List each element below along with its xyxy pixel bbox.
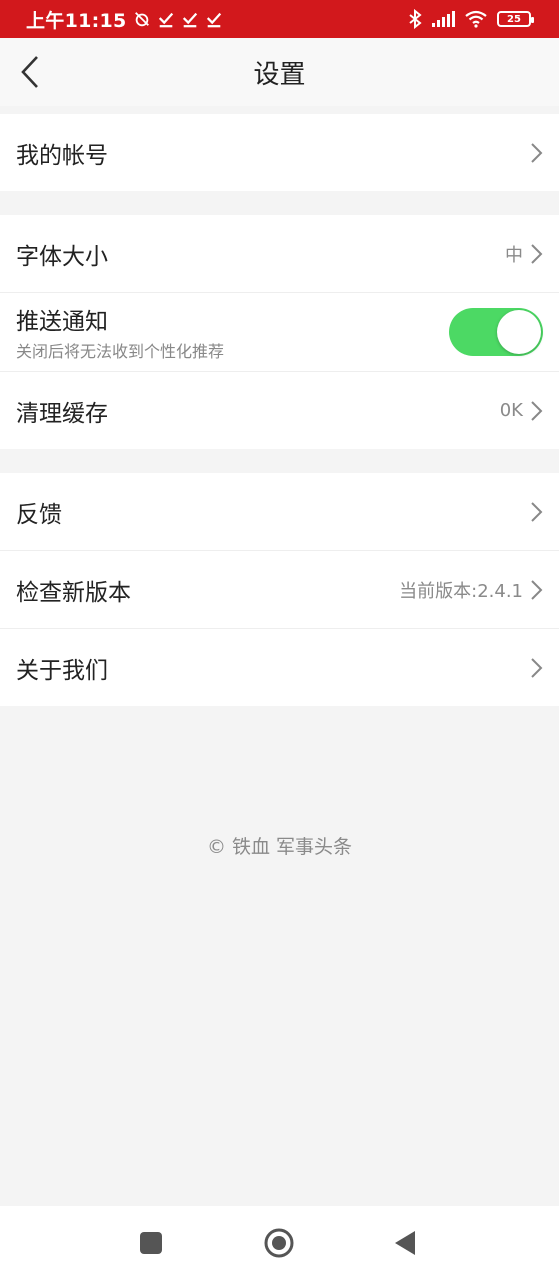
feedback-label: 反馈 [16, 501, 62, 528]
copyright-text: © 铁血 军事头条 [206, 836, 353, 858]
about-us-row[interactable]: 关于我们 [0, 629, 559, 706]
chevron-right-icon [531, 501, 543, 522]
chevron-right-icon [531, 243, 543, 264]
about-us-label: 关于我们 [16, 657, 108, 684]
square-icon [140, 1232, 162, 1254]
back-nav-button[interactable] [388, 1226, 422, 1260]
home-button[interactable] [262, 1226, 296, 1260]
alarm-off-icon [134, 12, 149, 27]
title-bar: 设置 [0, 38, 559, 106]
navigation-bar [0, 1206, 559, 1280]
status-bar: 上午11:15 25 [0, 0, 559, 38]
cache-size-value: 0K [499, 400, 523, 421]
back-button[interactable] [10, 52, 50, 92]
clear-cache-row[interactable]: 清理缓存 0K [0, 372, 559, 449]
status-time: 上午11:15 [26, 9, 127, 32]
toggle-knob [497, 310, 541, 354]
check-version-row[interactable]: 检查新版本 当前版本:2.4.1 [0, 551, 559, 628]
recent-apps-button[interactable] [134, 1226, 168, 1260]
font-size-label: 字体大小 [16, 243, 108, 270]
chevron-right-icon [531, 142, 543, 163]
push-text: 推送通知 关闭后将无法收到个性化推荐 [16, 302, 224, 362]
battery-level: 25 [507, 13, 521, 25]
font-size-row[interactable]: 字体大小 中 [0, 215, 559, 292]
feedback-row[interactable]: 反馈 [0, 473, 559, 550]
account-row[interactable]: 我的帐号 [0, 114, 559, 191]
chevron-right-icon [531, 579, 543, 600]
check-version-right: 当前版本:2.4.1 [399, 577, 543, 603]
bluetooth-icon [409, 9, 422, 29]
feedback-right [529, 501, 543, 523]
account-right [529, 142, 543, 164]
font-size-value: 中 [505, 244, 523, 266]
download-done-icon [206, 12, 221, 28]
push-toggle[interactable] [449, 308, 543, 356]
page-title: 设置 [253, 59, 306, 90]
download-done-icon [158, 12, 173, 28]
signal-icon [432, 11, 455, 27]
font-size-right: 中 [505, 241, 543, 267]
push-label: 推送通知 [16, 309, 108, 335]
push-notification-row: 推送通知 关闭后将无法收到个性化推荐 [0, 293, 559, 371]
back-arrow-icon [21, 56, 38, 88]
status-left: 上午11:15 [26, 6, 223, 33]
check-version-label: 检查新版本 [16, 579, 131, 606]
battery-icon: 25 [497, 11, 534, 27]
about-us-right [529, 657, 543, 679]
account-label: 我的帐号 [16, 142, 108, 169]
clear-cache-right: 0K [500, 400, 543, 422]
clear-cache-label: 清理缓存 [16, 400, 108, 427]
chevron-right-icon [531, 400, 543, 421]
home-circle-icon [264, 1228, 294, 1258]
push-sublabel: 关闭后将无法收到个性化推荐 [16, 342, 225, 361]
wifi-icon [465, 10, 487, 28]
chevron-right-icon [531, 657, 543, 678]
status-right: 25 [408, 9, 534, 29]
download-done-icon [182, 12, 197, 28]
triangle-back-icon [395, 1231, 415, 1255]
current-version-value: 当前版本:2.4.1 [399, 580, 523, 602]
